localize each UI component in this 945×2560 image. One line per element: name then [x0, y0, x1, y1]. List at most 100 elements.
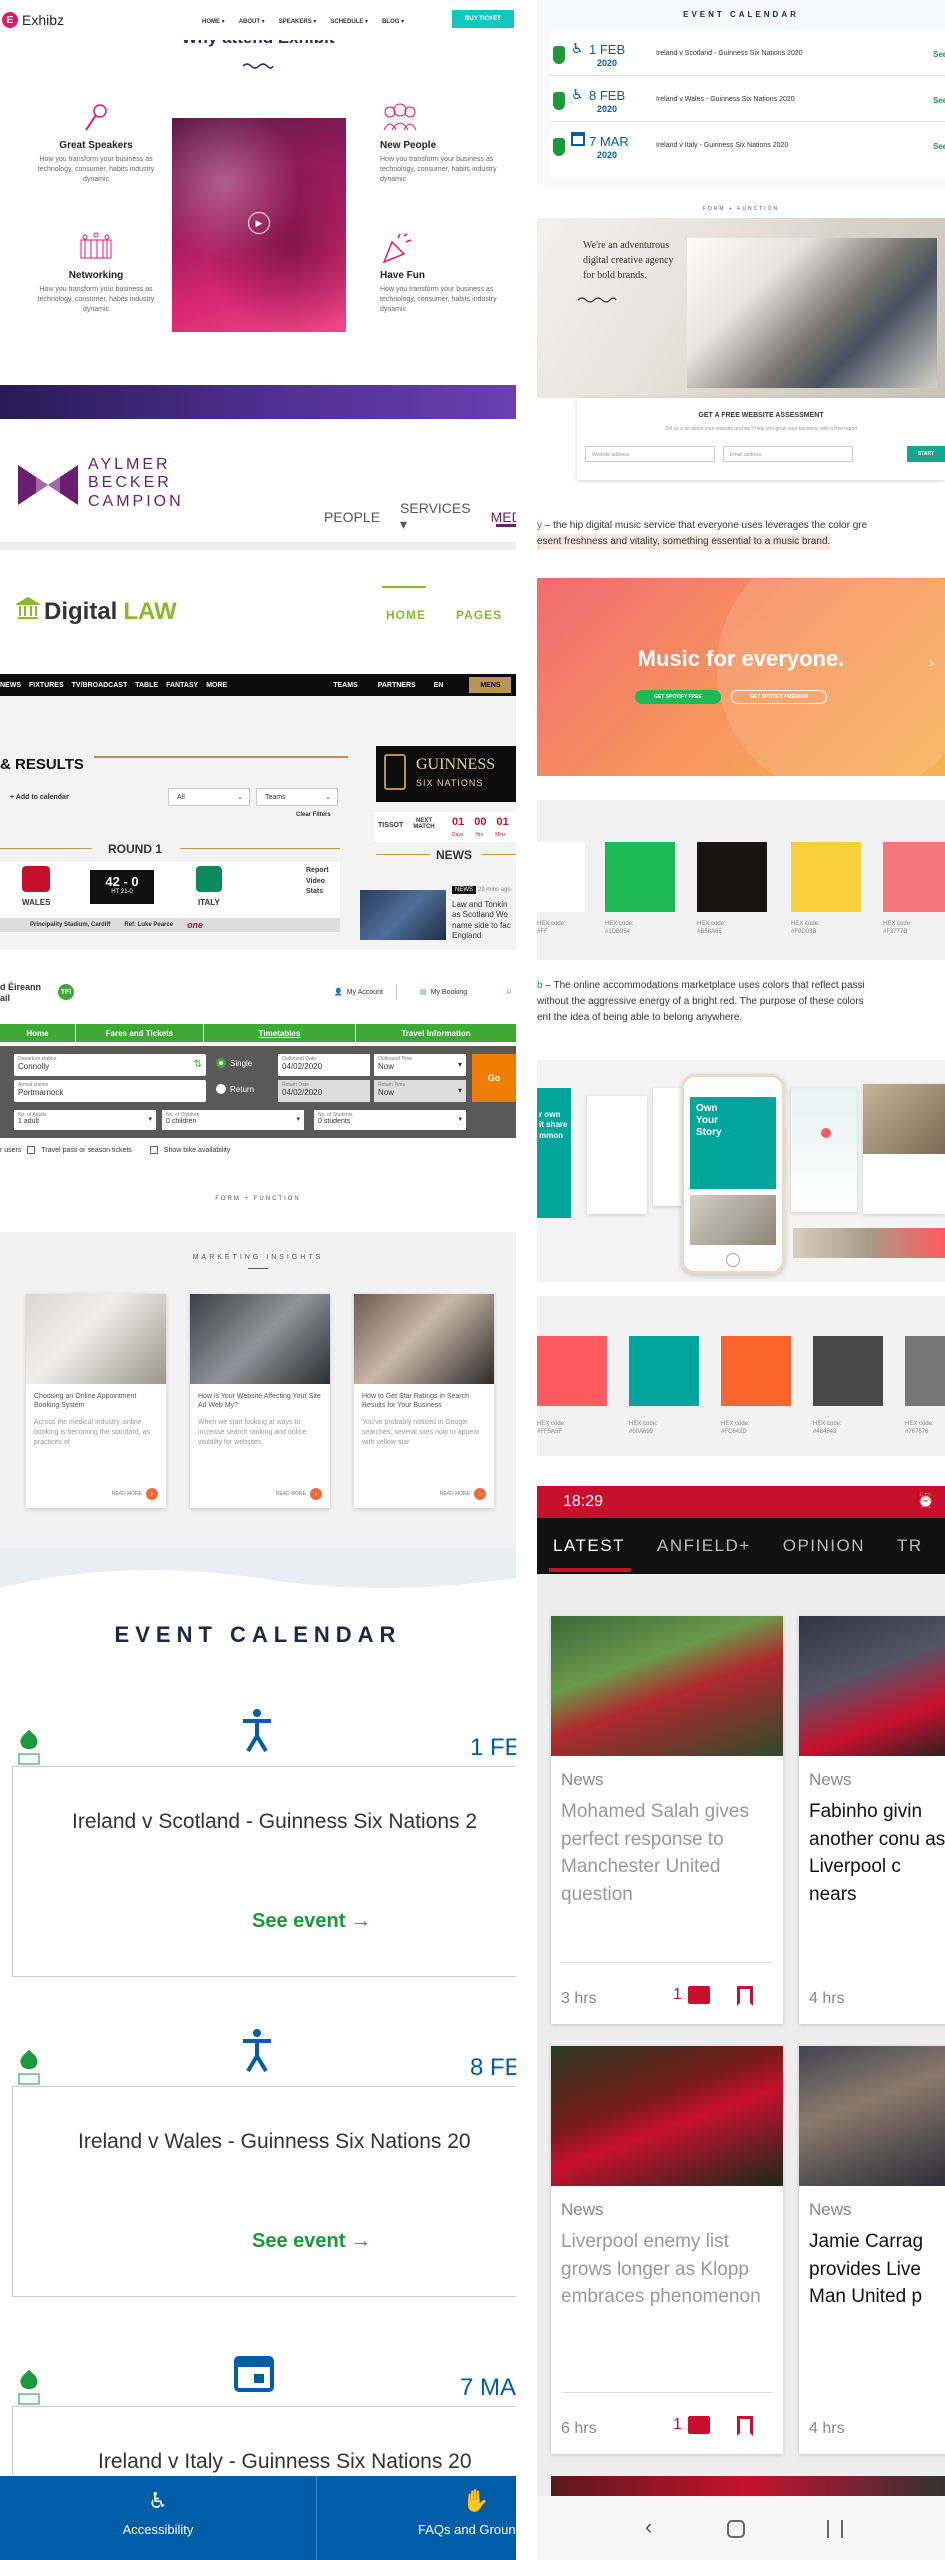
nav-fantasy[interactable]: FANTASY: [166, 682, 198, 689]
tab-travel-info[interactable]: Travel Information: [356, 1024, 516, 1042]
insight-card[interactable]: Choosing an Online Appointment Booking S…: [26, 1294, 166, 1508]
see-event-link[interactable]: See: [933, 142, 945, 151]
video-link[interactable]: Video: [306, 877, 329, 888]
nav-table[interactable]: TABLE: [135, 682, 158, 689]
outbound-date-field[interactable]: Outbound Date 04/02/2020: [278, 1054, 370, 1076]
children-select[interactable]: No. of Children 0 children ▾: [162, 1110, 304, 1130]
news-card[interactable]: News Mohamed Salah gives perfect respons…: [551, 1616, 783, 2024]
exhibz-video-thumbnail[interactable]: ▶: [172, 118, 346, 332]
arrival-station-field[interactable]: Arrival station Portmarnock: [14, 1080, 206, 1102]
my-booking-link[interactable]: ▤ My Booking: [420, 988, 467, 997]
see-event-link[interactable]: See: [933, 50, 945, 59]
tab-timetables[interactable]: Timetables: [204, 1024, 356, 1042]
match-card[interactable]: WALES 42 - 0 HT 21-0 ITALY Report Video …: [0, 862, 340, 918]
swap-icon[interactable]: ⇅: [194, 1059, 202, 1070]
read-more-link[interactable]: READ MORE ›: [112, 1488, 158, 1500]
news-card[interactable]: News Fabinho givin another conu as Liver…: [799, 1616, 945, 2024]
event-row[interactable]: ♿ 1 FEB 2020 Ireland v Scotland - Guinne…: [549, 30, 945, 76]
see-event-link[interactable]: See event →: [252, 2230, 371, 2253]
irish-rail-logo[interactable]: d Éireann ail: [0, 982, 41, 1004]
menu-blog[interactable]: BLOG ▾: [382, 18, 404, 25]
report-link[interactable]: Report: [306, 866, 329, 877]
get-spotify-premium-button[interactable]: GET SPOTIFY PREMIUM: [731, 690, 827, 704]
tab-fares[interactable]: Fares and Tickets: [76, 1024, 204, 1042]
get-spotify-free-button[interactable]: GET SPOTIFY FREE: [635, 690, 721, 704]
menu-home[interactable]: HOME ▾: [202, 18, 225, 25]
play-icon[interactable]: ▶: [248, 212, 270, 234]
buy-ticket-button[interactable]: BUY TICKET: [452, 10, 514, 28]
adults-select[interactable]: No. of Adults 1 adult ▾: [14, 1110, 156, 1130]
insight-card[interactable]: How is Your Website Affecting Your Site …: [190, 1294, 330, 1508]
digital-law-logo[interactable]: Digital LAW: [44, 598, 177, 626]
tab-transfers[interactable]: TR: [897, 1536, 923, 1556]
tab-latest[interactable]: LATEST: [553, 1536, 625, 1556]
search-icon[interactable]: ⌕: [506, 986, 512, 997]
menu-about[interactable]: ABOUT ▾: [239, 18, 265, 25]
see-event-link[interactable]: See event →: [252, 1910, 371, 1933]
event-match[interactable]: Ireland v Wales - Guinness Six Nations 2…: [78, 2130, 471, 2154]
exhibz-logo[interactable]: E Exhibz: [2, 12, 64, 28]
bookmark-icon[interactable]: [737, 1986, 753, 2006]
my-account-link[interactable]: 👤 My Account: [334, 988, 383, 997]
read-more-link[interactable]: READ MORE ›: [276, 1488, 322, 1500]
nav-partners[interactable]: PARTNERS: [378, 682, 416, 689]
email-address-input[interactable]: Email address: [723, 446, 853, 462]
checkbox-icon[interactable]: [27, 1146, 36, 1154]
nav-fixtures[interactable]: FIXTURES: [29, 682, 64, 689]
comments-count[interactable]: 1: [673, 1986, 710, 2004]
checkbox-icon[interactable]: [149, 1146, 158, 1154]
insight-card[interactable]: How to Get Star Ratings in Search Result…: [354, 1294, 494, 1508]
mens-button[interactable]: MENS: [469, 677, 512, 693]
go-button[interactable]: Go: [472, 1054, 516, 1102]
recent-apps-icon[interactable]: [827, 2520, 843, 2538]
single-radio[interactable]: Single: [216, 1058, 252, 1068]
event-row[interactable]: 7 MAR 2020 Ireland v Italy - Guinness Si…: [549, 122, 945, 168]
students-select[interactable]: No. of Students 0 students ▾: [314, 1110, 466, 1130]
news-card[interactable]: News Liverpool enemy list grows longer a…: [551, 2046, 783, 2454]
menu-speakers[interactable]: SPEAKERS ▾: [279, 18, 317, 25]
news-thumbnail[interactable]: [360, 890, 446, 940]
comments-count[interactable]: 1: [673, 2416, 710, 2434]
chevron-right-icon[interactable]: ›: [929, 654, 934, 670]
news-card[interactable]: News Jamie Carrag provides Live Man Unit…: [799, 2046, 945, 2454]
event-match[interactable]: Ireland v Scotland - Guinness Six Nation…: [72, 1810, 477, 1834]
return-radio[interactable]: Return: [216, 1084, 254, 1094]
guinness-banner[interactable]: GUINNESS SIX NATIONS: [376, 746, 516, 802]
nav-more[interactable]: MORE: [206, 682, 227, 689]
tab-opinion[interactable]: OPINION: [783, 1536, 865, 1556]
menu-schedule[interactable]: SCHEDULE ▾: [330, 18, 368, 25]
nav-people[interactable]: PEOPLE: [324, 509, 380, 525]
tab-anfield-plus[interactable]: ANFIELD+: [657, 1536, 751, 1556]
nav-home[interactable]: HOME: [386, 608, 426, 622]
outbound-time-field[interactable]: Outbound Time Now ▾: [374, 1054, 466, 1076]
start-button[interactable]: START: [907, 446, 945, 462]
nav-services[interactable]: SERVICES ▾: [400, 500, 471, 533]
nav-media[interactable]: MED: [491, 509, 516, 525]
accessibility-button[interactable]: ♿ Accessibility: [0, 2476, 316, 2560]
event-row[interactable]: ♿ 8 FEB 2020 Ireland v Wales - Guinness …: [549, 76, 945, 122]
back-icon[interactable]: ‹: [645, 2514, 652, 2540]
faqs-button[interactable]: ✋ FAQs and Ground: [418, 2476, 516, 2560]
see-event-link[interactable]: See: [933, 96, 945, 105]
nav-tv[interactable]: TV/BROADCAST: [72, 682, 128, 689]
return-time-field[interactable]: Return Time Now ▾: [374, 1080, 466, 1102]
nav-language[interactable]: EN: [434, 682, 444, 689]
bookmark-icon[interactable]: [737, 2416, 753, 2436]
event-match[interactable]: Ireland v Italy - Guinness Six Nations 2…: [98, 2450, 472, 2474]
home-icon[interactable]: [727, 2520, 745, 2538]
news-headline[interactable]: Law and Tonkin as Scotland Wo name side …: [452, 900, 516, 944]
nav-pages[interactable]: PAGES: [456, 608, 502, 622]
stats-link[interactable]: Stats: [306, 887, 329, 898]
website-address-input[interactable]: Website address: [585, 446, 715, 462]
nav-teams[interactable]: TEAMS: [333, 682, 358, 689]
filter-select-teams[interactable]: Teams ⌄: [256, 788, 338, 806]
filter-select-all[interactable]: All ⌄: [168, 788, 250, 806]
add-to-calendar-link[interactable]: + Add to calendar: [10, 794, 69, 801]
return-date-field[interactable]: Return Date 04/02/2020: [278, 1080, 370, 1102]
read-more-link[interactable]: READ MORE ›: [440, 1488, 486, 1500]
clear-filters-link[interactable]: Clear Filters: [296, 812, 331, 818]
tab-home[interactable]: Home: [0, 1024, 76, 1042]
swatch-label: HEX code: #1DB954: [605, 920, 634, 937]
departure-station-field[interactable]: Departure station Connolly ⇅: [14, 1054, 206, 1076]
nav-news[interactable]: NEWS: [0, 682, 21, 689]
